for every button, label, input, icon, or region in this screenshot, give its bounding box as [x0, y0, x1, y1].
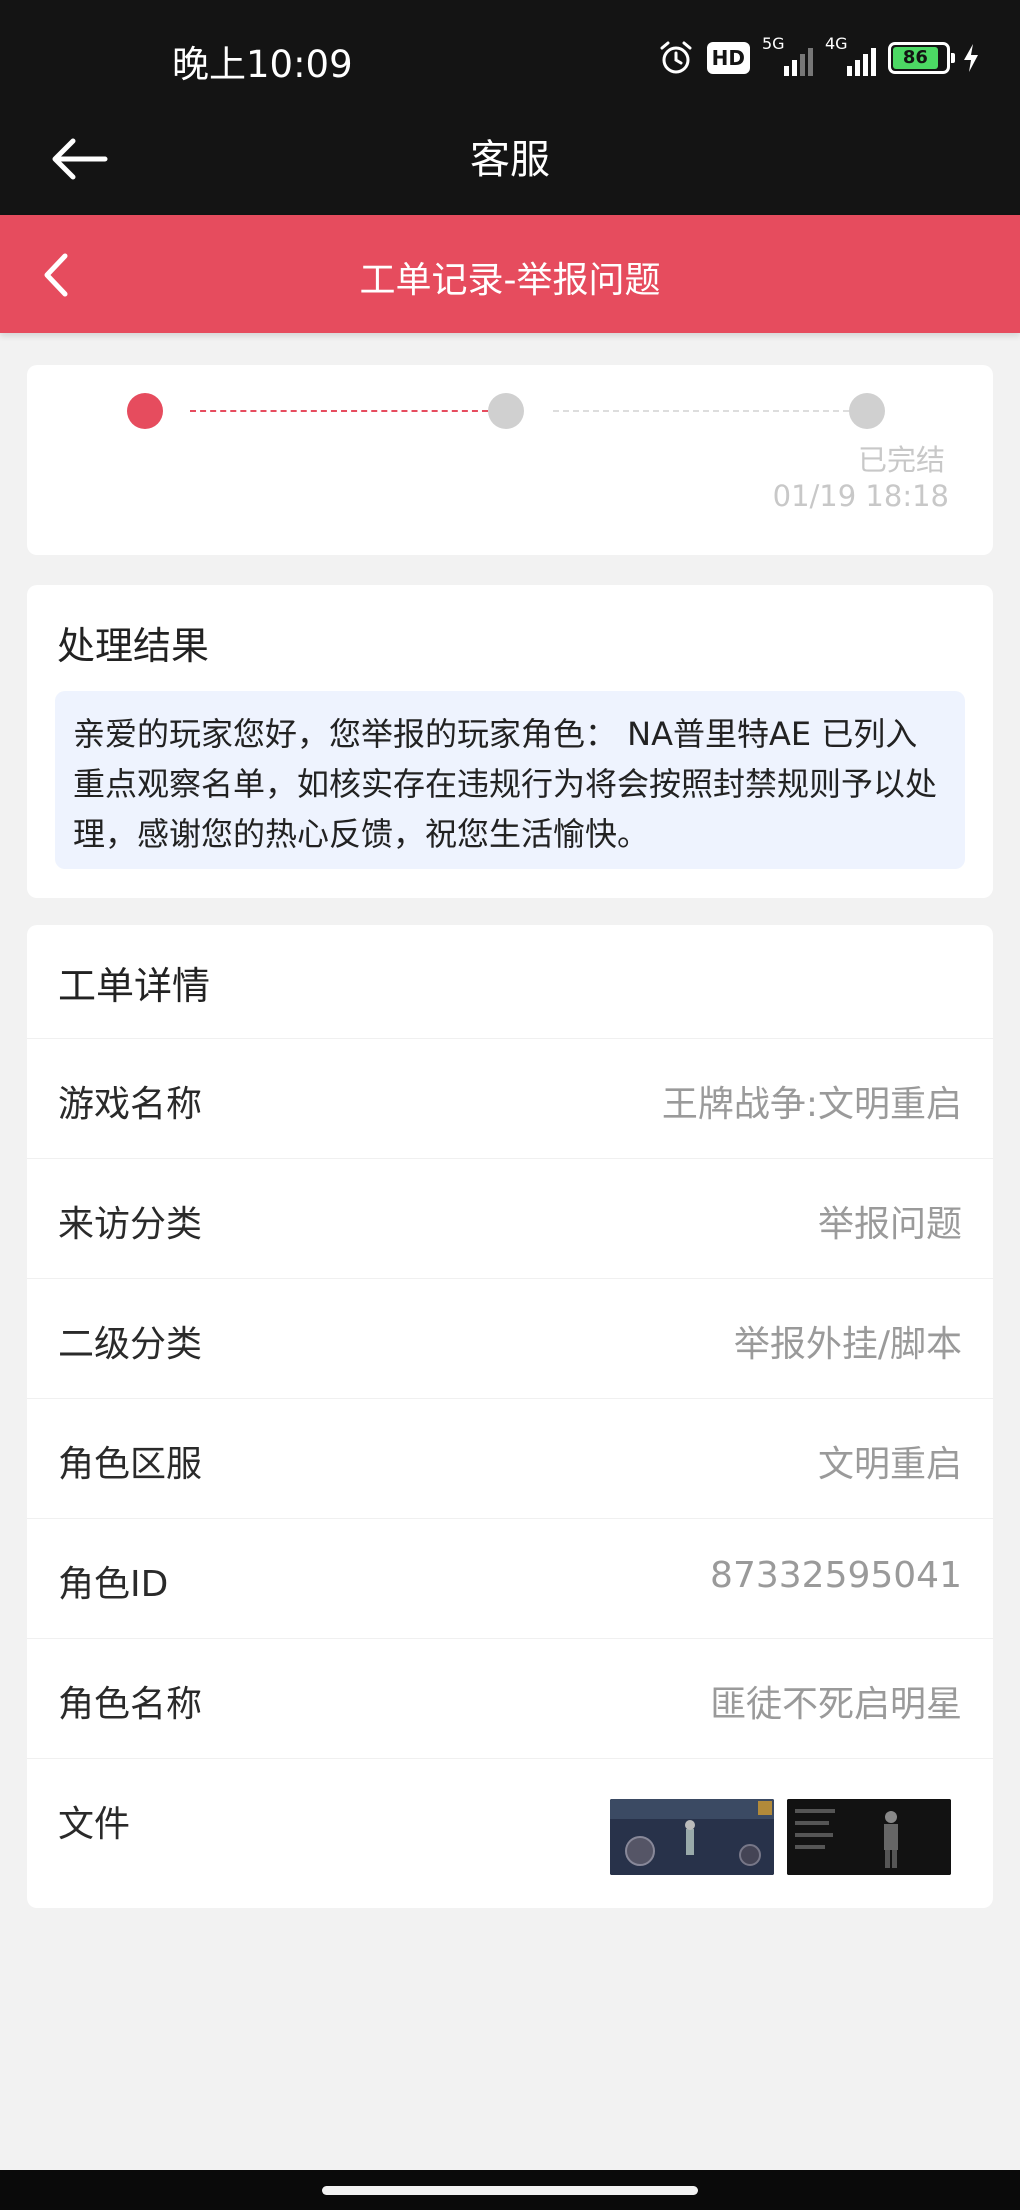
detail-row-role-name: 角色名称 匪徒不死启明星	[27, 1638, 993, 1758]
detail-value: 匪徒不死启明星	[709, 1684, 962, 1725]
detail-value: 文明重启	[817, 1444, 962, 1485]
step-timestamp: 01/19 18:18	[772, 479, 949, 513]
result-card: 处理结果 亲爱的玩家您好，您举报的玩家角色： NA普里特AE 已列入重点观察名单…	[27, 585, 993, 898]
nav-title: 工单记录-举报问题	[359, 260, 661, 301]
home-indicator[interactable]	[322, 2186, 698, 2195]
detail-card: 工单详情 游戏名称 王牌战争:文明重启 来访分类 举报问题 二级分类 举报外挂/…	[27, 925, 993, 1908]
app-header: 客服	[0, 115, 1020, 215]
screenshot-image-1	[610, 1799, 774, 1875]
ticket-nav-bar: 工单记录-举报问题	[0, 215, 1020, 333]
detail-row-server: 角色区服 文明重启	[27, 1398, 993, 1518]
status-bar: 晚上10:09 HD 5G 4G 86	[0, 0, 1020, 115]
battery-level: 86	[893, 47, 938, 69]
detail-row-sub-category: 二级分类 举报外挂/脚本	[27, 1278, 993, 1398]
detail-row-visit-category: 来访分类 举报问题	[27, 1158, 993, 1278]
step-3-dot	[849, 393, 885, 429]
step-1-dot	[127, 393, 163, 429]
charging-bolt-icon	[964, 44, 978, 72]
detail-row-files: 文件	[27, 1758, 993, 1908]
hd-badge: HD	[706, 42, 750, 74]
detail-value: 87332595041	[710, 1555, 962, 1596]
header-title: 客服	[470, 137, 550, 183]
status-icons: HD 5G 4G 86	[657, 34, 980, 78]
detail-value: 王牌战争:文明重启	[661, 1084, 962, 1125]
result-title: 处理结果	[57, 624, 210, 668]
status-time: 晚上10:09	[172, 43, 353, 86]
detail-label: 二级分类	[58, 1324, 203, 1365]
detail-value: 举报外挂/脚本	[733, 1324, 962, 1365]
alarm-icon	[660, 41, 692, 74]
network-5g-label: 5G	[762, 34, 785, 53]
detail-row-game-name: 游戏名称 王牌战争:文明重启	[27, 1038, 993, 1158]
result-message: 亲爱的玩家您好，您举报的玩家角色： NA普里特AE 已列入重点观察名单，如核实存…	[55, 691, 965, 869]
detail-title: 工单详情	[58, 964, 211, 1008]
network-4g-label: 4G	[825, 34, 848, 53]
screenshot-image-2	[787, 1799, 951, 1875]
detail-value: 举报问题	[817, 1204, 962, 1245]
progress-card: 已完结 01/19 18:18	[27, 365, 993, 555]
detail-label: 角色ID	[58, 1564, 169, 1605]
step-status-label: 已完结	[857, 443, 945, 477]
detail-label: 来访分类	[58, 1204, 203, 1245]
detail-label: 文件	[58, 1804, 131, 1845]
detail-label: 游戏名称	[58, 1084, 203, 1125]
detail-label: 角色名称	[58, 1684, 203, 1725]
step-line-2	[553, 410, 849, 412]
step-2-dot	[488, 393, 524, 429]
step-line-1	[190, 410, 488, 412]
file-thumbnail[interactable]	[787, 1799, 951, 1875]
battery-icon: 86	[888, 42, 955, 74]
signal-5g-icon: 5G	[762, 34, 813, 76]
signal-4g-icon: 4G	[825, 34, 876, 76]
detail-row-role-id: 角色ID 87332595041	[27, 1518, 993, 1638]
file-thumbnail[interactable]	[610, 1799, 774, 1875]
detail-label: 角色区服	[58, 1444, 203, 1485]
